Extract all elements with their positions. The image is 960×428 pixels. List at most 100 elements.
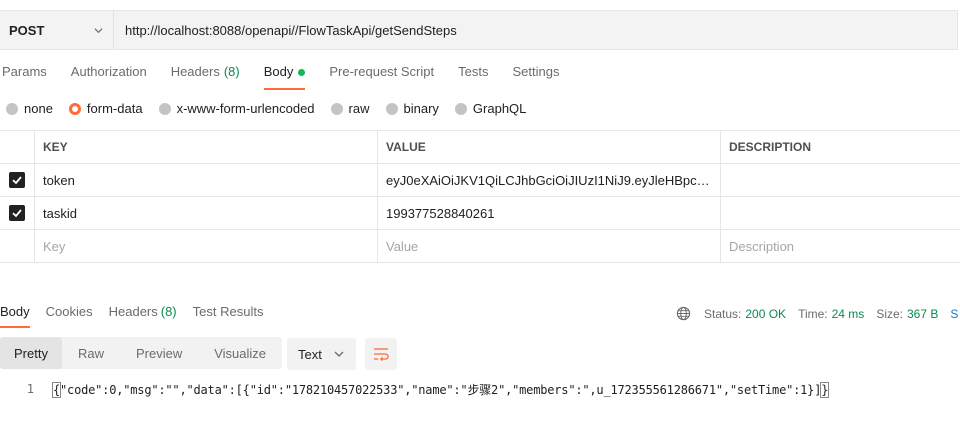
header-checkbox-cell	[0, 131, 35, 163]
radio-x-www-form-urlencoded[interactable]: x-www-form-urlencoded	[158, 101, 315, 116]
radio-raw[interactable]: raw	[330, 101, 370, 116]
row-checkbox-cell	[0, 197, 35, 229]
key-cell[interactable]: token	[35, 164, 378, 196]
value-text: eyJ0eXAiOiJKV1QiLCJhbGciOiJIUzI1NiJ9.eyJ…	[386, 172, 716, 188]
radio-button[interactable]	[454, 102, 467, 115]
radio-button[interactable]	[158, 102, 171, 115]
tab-headers[interactable]: Headers (8)	[171, 64, 240, 90]
value-placeholder[interactable]: Value	[378, 230, 721, 262]
language-select-value: Text	[298, 346, 322, 362]
response-tab-cookies[interactable]: Cookies	[46, 304, 93, 328]
tab-settings[interactable]: Settings	[512, 64, 559, 90]
form-data-table: KEY VALUE DESCRIPTION token eyJ0eXAiOiJK…	[0, 130, 960, 263]
tab-authorization[interactable]: Authorization	[71, 64, 147, 90]
tab-label: Params	[2, 64, 47, 79]
description-cell[interactable]	[721, 197, 960, 229]
tab-label: Test Results	[192, 304, 264, 319]
size-label: Size:	[876, 306, 903, 321]
radio-button[interactable]	[6, 102, 18, 115]
tab-label: Body	[263, 64, 294, 79]
table-row: taskid 199377528840261	[0, 197, 960, 230]
response-format-group: Pretty Raw Preview Visualize	[0, 337, 283, 369]
green-dot-icon	[298, 69, 306, 76]
tab-label: Headers	[170, 64, 220, 79]
response-tab-body[interactable]: Body	[0, 304, 30, 328]
tab-label: Headers	[108, 304, 158, 319]
globe-icon[interactable]	[676, 306, 691, 321]
url-input[interactable]: http://localhost:8088/openapi//FlowTaskA…	[114, 11, 457, 49]
description-placeholder[interactable]: Description	[721, 230, 960, 262]
line-number: 1	[26, 382, 34, 396]
headers-count: (8)	[223, 64, 240, 79]
radio-none[interactable]: none	[6, 101, 53, 116]
language-select[interactable]: Text	[287, 338, 356, 370]
time-label: Time:	[798, 306, 828, 321]
radio-button[interactable]	[330, 102, 343, 115]
radio-label: none	[24, 101, 53, 116]
format-visualize-button[interactable]: Visualize	[198, 337, 282, 369]
format-raw-button[interactable]: Raw	[62, 337, 120, 369]
method-label: POST	[9, 22, 45, 38]
close-brace: }	[820, 381, 830, 398]
method-select[interactable]: POST	[0, 11, 114, 49]
headers-count: (8)	[160, 304, 177, 319]
row-checkbox-cell	[0, 164, 35, 196]
tab-params[interactable]: Params	[2, 64, 47, 90]
radio-button[interactable]	[68, 102, 81, 115]
response-tabs: Body Cookies Headers (8) Test Results	[0, 304, 279, 328]
url-bar: POST http://localhost:8088/openapi//Flow…	[0, 10, 958, 50]
header-value: VALUE	[378, 131, 721, 163]
radio-label: GraphQL	[472, 101, 527, 116]
checkbox[interactable]	[9, 172, 25, 188]
radio-label: form-data	[86, 101, 143, 116]
checkmark-icon	[12, 176, 22, 185]
save-response-button[interactable]: S	[950, 307, 958, 321]
value-cell[interactable]: 199377528840261	[378, 197, 721, 229]
open-brace: {	[51, 381, 62, 398]
radio-form-data[interactable]: form-data	[68, 101, 143, 116]
radio-graphql[interactable]: GraphQL	[454, 101, 527, 116]
tab-label: Body	[0, 304, 30, 319]
table-row: token eyJ0eXAiOiJKV1QiLCJhbGciOiJIUzI1Ni…	[0, 164, 960, 197]
format-preview-button[interactable]: Preview	[120, 337, 198, 369]
response-status: Status: 200 OK Time: 24 ms Size: 367 B S	[676, 306, 958, 321]
row-checkbox-cell	[0, 230, 35, 262]
value-cell[interactable]: eyJ0eXAiOiJKV1QiLCJhbGciOiJIUzI1NiJ9.eyJ…	[378, 164, 721, 196]
header-description: DESCRIPTION	[729, 140, 812, 154]
tab-tests[interactable]: Tests	[458, 64, 488, 90]
checkmark-icon	[12, 209, 22, 218]
response-body-text[interactable]: {"code":0,"msg":"","data":[{"id":"178210…	[51, 381, 830, 398]
tab-label: Tests	[458, 64, 489, 79]
radio-button[interactable]	[385, 102, 398, 115]
response-tab-test-results[interactable]: Test Results	[193, 304, 264, 328]
status-label: Status:	[704, 306, 742, 321]
checkbox[interactable]	[9, 205, 25, 221]
status-value[interactable]: 200 OK	[745, 307, 786, 321]
wrap-lines-button[interactable]	[365, 338, 397, 370]
body-type-options: none form-data x-www-form-urlencoded raw…	[6, 101, 542, 116]
response-tab-headers[interactable]: Headers (8)	[109, 304, 177, 328]
table-row-new: Key Value Description	[0, 230, 960, 263]
size-value[interactable]: 367 B	[907, 307, 938, 321]
tab-body[interactable]: Body	[263, 64, 306, 90]
tab-pre-request-script[interactable]: Pre-request Script	[329, 64, 434, 90]
chevron-down-icon	[334, 351, 344, 357]
radio-label: x-www-form-urlencoded	[176, 101, 315, 116]
time-value[interactable]: 24 ms	[832, 307, 865, 321]
radio-binary[interactable]: binary	[385, 101, 439, 116]
table-header-row: KEY VALUE DESCRIPTION	[0, 131, 960, 164]
tab-label: Authorization	[70, 64, 147, 79]
wrap-lines-icon	[374, 348, 389, 361]
chevron-down-icon	[94, 27, 103, 33]
key-cell[interactable]: taskid	[35, 197, 378, 229]
tab-label: Settings	[512, 64, 560, 79]
response-json: "code":0,"msg":"","data":[{"id":"1782104…	[60, 382, 822, 397]
format-pretty-button[interactable]: Pretty	[0, 337, 62, 369]
radio-label: binary	[403, 101, 439, 116]
description-cell[interactable]	[721, 164, 960, 196]
header-key: KEY	[35, 131, 378, 163]
radio-label: raw	[348, 101, 370, 116]
tab-label: Cookies	[45, 304, 93, 319]
key-placeholder[interactable]: Key	[35, 230, 378, 262]
response-code-line: 1 {"code":0,"msg":"","data":[{"id":"1782…	[0, 380, 960, 398]
